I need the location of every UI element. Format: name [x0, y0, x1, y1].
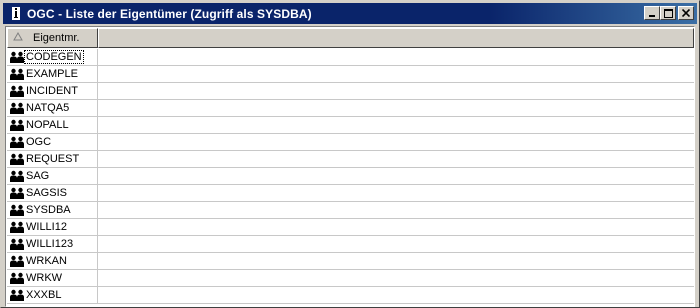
table-header: Eigentmr.: [7, 28, 694, 48]
user-group-icon: [10, 119, 24, 132]
owner-name: INCIDENT: [26, 85, 78, 97]
table-row[interactable]: EXAMPLE: [7, 66, 694, 83]
minimize-button[interactable]: [644, 6, 660, 20]
owner-name: NOPALL: [26, 119, 69, 131]
table-row[interactable]: SAG: [7, 168, 694, 185]
owner-cell[interactable]: WRKAN: [7, 253, 98, 269]
table-row[interactable]: NATQA5: [7, 100, 694, 117]
window-title: OGC - Liste der Eigentümer (Zugriff als …: [27, 6, 312, 21]
owner-name: CODEGEN: [24, 50, 84, 64]
owner-name: WRKAN: [26, 255, 67, 267]
empty-cell[interactable]: [98, 151, 694, 167]
owner-name: EXAMPLE: [26, 68, 78, 80]
table-row[interactable]: SAGSIS: [7, 185, 694, 202]
empty-cell[interactable]: [98, 117, 694, 133]
user-group-icon: [10, 51, 24, 64]
maximize-icon: [663, 8, 673, 18]
owner-table: Eigentmr. CODEGEN EXAMPLE INCIDENT NATQA5 NO…: [5, 26, 695, 307]
user-group-icon: [10, 289, 24, 302]
owner-cell[interactable]: SYSDBA: [7, 202, 98, 218]
owner-cell[interactable]: WRKW: [7, 270, 98, 286]
column-header-label: Eigentmr.: [33, 32, 80, 44]
empty-cell[interactable]: [98, 202, 694, 218]
sort-indicator-icon: [13, 31, 25, 44]
table-row[interactable]: XXXBL: [7, 287, 694, 304]
empty-cell[interactable]: [98, 236, 694, 252]
user-group-icon: [10, 68, 24, 81]
user-group-icon: [10, 221, 24, 234]
info-icon[interactable]: [9, 7, 23, 21]
owner-cell[interactable]: XXXBL: [7, 287, 98, 303]
empty-cell[interactable]: [98, 253, 694, 269]
owner-cell[interactable]: CODEGEN: [7, 49, 98, 65]
owner-name: REQUEST: [26, 153, 80, 165]
table-row[interactable]: NOPALL: [7, 117, 694, 134]
owner-cell[interactable]: OGC: [7, 134, 98, 150]
maximize-button[interactable]: [660, 6, 676, 20]
table-row[interactable]: INCIDENT: [7, 83, 694, 100]
empty-cell[interactable]: [98, 287, 694, 303]
empty-cell[interactable]: [98, 66, 694, 82]
owner-cell[interactable]: SAG: [7, 168, 98, 184]
owner-cell[interactable]: SAGSIS: [7, 185, 98, 201]
user-group-icon: [10, 187, 24, 200]
window-controls: [644, 6, 694, 20]
title-bar[interactable]: OGC - Liste der Eigentümer (Zugriff als …: [3, 3, 697, 24]
empty-cell[interactable]: [98, 185, 694, 201]
user-group-icon: [10, 255, 24, 268]
user-group-icon: [10, 136, 24, 149]
owner-cell[interactable]: EXAMPLE: [7, 66, 98, 82]
column-header-empty[interactable]: [98, 28, 694, 48]
table-row[interactable]: CODEGEN: [7, 49, 694, 66]
table-row[interactable]: WRKW: [7, 270, 694, 287]
table-row[interactable]: WILLI12: [7, 219, 694, 236]
minimize-icon: [649, 15, 655, 17]
owner-name: OGC: [26, 136, 52, 148]
empty-cell[interactable]: [98, 83, 694, 99]
owner-name: SYSDBA: [26, 204, 71, 216]
table-row[interactable]: OGC: [7, 134, 694, 151]
owner-name: SAGSIS: [26, 187, 67, 199]
close-icon: [682, 9, 690, 17]
owner-list-window: OGC - Liste der Eigentümer (Zugriff als …: [0, 0, 700, 308]
owner-cell[interactable]: REQUEST: [7, 151, 98, 167]
user-group-icon: [10, 272, 24, 285]
empty-cell[interactable]: [98, 270, 694, 286]
user-group-icon: [10, 204, 24, 217]
user-group-icon: [10, 85, 24, 98]
owner-cell[interactable]: WILLI12: [7, 219, 98, 235]
owner-name: SAG: [26, 170, 50, 182]
owner-cell[interactable]: INCIDENT: [7, 83, 98, 99]
owner-name: XXXBL: [26, 289, 62, 301]
empty-cell[interactable]: [98, 219, 694, 235]
empty-cell[interactable]: [98, 49, 694, 65]
empty-cell[interactable]: [98, 100, 694, 116]
empty-cell[interactable]: [98, 134, 694, 150]
table-body: CODEGEN EXAMPLE INCIDENT NATQA5 NOPALL OGC REQ…: [7, 49, 694, 304]
owner-name: NATQA5: [26, 102, 70, 114]
owner-cell[interactable]: WILLI123: [7, 236, 98, 252]
table-row[interactable]: SYSDBA: [7, 202, 694, 219]
empty-cell[interactable]: [98, 168, 694, 184]
owner-name: WRKW: [26, 272, 63, 284]
owner-cell[interactable]: NOPALL: [7, 117, 98, 133]
table-row[interactable]: WILLI123: [7, 236, 694, 253]
user-group-icon: [10, 102, 24, 115]
column-header-owner[interactable]: Eigentmr.: [7, 28, 98, 48]
close-button[interactable]: [678, 6, 694, 20]
owner-cell[interactable]: NATQA5: [7, 100, 98, 116]
owner-name: WILLI12: [26, 221, 67, 233]
user-group-icon: [10, 153, 24, 166]
table-row[interactable]: WRKAN: [7, 253, 694, 270]
user-group-icon: [10, 170, 24, 183]
owner-name: WILLI123: [26, 238, 74, 250]
table-row[interactable]: REQUEST: [7, 151, 694, 168]
user-group-icon: [10, 238, 24, 251]
